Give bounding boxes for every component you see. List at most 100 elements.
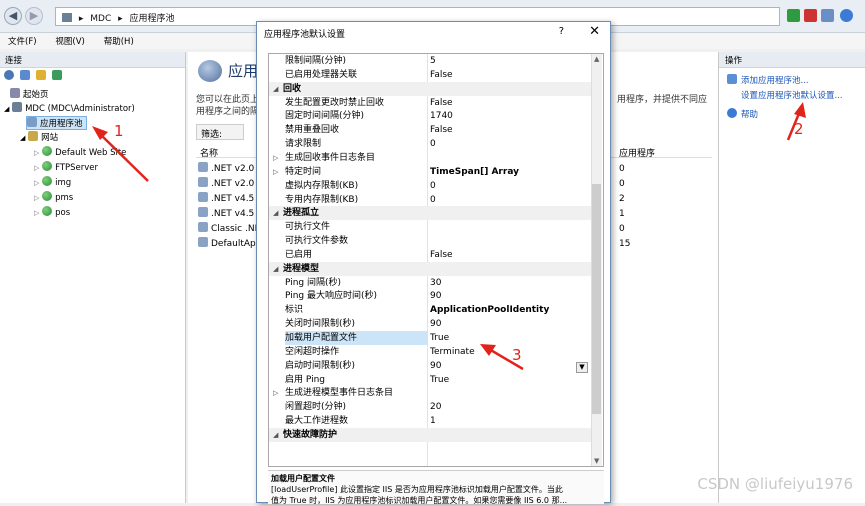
property-value[interactable]: 30 — [430, 276, 590, 290]
tree-item-site[interactable]: ▷ FTPServer — [34, 161, 98, 175]
property-value[interactable]: 90 — [430, 359, 590, 373]
collapse-arrow-icon[interactable]: ◢ — [273, 428, 278, 442]
property-value[interactable]: 1 — [430, 414, 590, 428]
pool-row[interactable]: .NET v2.00 — [198, 177, 254, 192]
property-category[interactable]: ◢进程模型 — [269, 262, 602, 276]
app-pools-icon — [198, 60, 222, 82]
scroll-up-icon[interactable]: ▲ — [594, 55, 599, 63]
tree-item-server[interactable]: ◢ MDC (MDC\Administrator) — [4, 102, 135, 116]
property-row[interactable]: ▷生成进程模型事件日志条目 — [269, 386, 602, 400]
add-app-pool-link[interactable]: 添加应用程序池... — [741, 74, 809, 86]
tree-item-start-page[interactable]: 起始页 — [10, 88, 49, 102]
dropdown-arrow-icon[interactable]: ▼ — [576, 362, 588, 373]
pool-row[interactable]: Classic .NE0 — [198, 222, 260, 237]
property-row[interactable]: ▷特定时间TimeSpan[] Array — [269, 165, 602, 179]
pool-row[interactable]: .NET v4.52 — [198, 192, 254, 207]
collapse-arrow-icon[interactable]: ◢ — [273, 82, 278, 96]
collapse-arrow-icon[interactable]: ◢ — [273, 262, 278, 276]
property-row[interactable]: 启用 PingTrue — [269, 373, 602, 387]
property-value[interactable]: True — [430, 331, 590, 345]
expand-arrow-icon[interactable]: ▷ — [273, 151, 278, 165]
property-row[interactable]: 已启用处理器关联False — [269, 68, 602, 82]
pool-row[interactable]: .NET v2.00 — [198, 162, 254, 177]
property-row[interactable]: 已启用False — [269, 248, 602, 262]
property-value[interactable]: ApplicationPoolIdentity — [430, 303, 590, 317]
property-value[interactable]: 5 — [430, 54, 590, 68]
property-row[interactable]: 标识ApplicationPoolIdentity — [269, 303, 602, 317]
tree-item-sites[interactable]: ◢ 网站 — [20, 131, 58, 145]
property-row[interactable]: 闲置超时(分钟)20 — [269, 400, 602, 414]
tree-item-site[interactable]: ▷ pos — [34, 206, 70, 220]
property-row-selected[interactable]: 加载用户配置文件True — [269, 331, 602, 345]
property-name: 可执行文件 — [285, 220, 428, 234]
folder-icon[interactable] — [36, 70, 46, 80]
breadcrumb-server[interactable]: MDC — [90, 14, 111, 24]
property-row[interactable]: ▷生成回收事件日志条目 — [269, 151, 602, 165]
help-icon[interactable] — [840, 9, 853, 22]
back-icon[interactable]: ◀ — [4, 7, 22, 25]
property-value[interactable]: 90 — [430, 317, 590, 331]
scroll-down-icon[interactable]: ▼ — [594, 457, 599, 465]
tree-item-app-pools[interactable]: 应用程序池 — [26, 116, 87, 130]
property-value[interactable]: False — [430, 68, 590, 82]
pool-row[interactable]: DefaultApp15 — [198, 237, 261, 252]
property-row[interactable]: 限制间隔(分钟)5 — [269, 54, 602, 68]
connect-icon[interactable] — [4, 70, 14, 80]
property-value[interactable]: 0 — [430, 179, 590, 193]
disconnect-icon[interactable] — [52, 70, 62, 80]
property-row[interactable]: 发生配置更改时禁止回收False — [269, 96, 602, 110]
property-value[interactable]: 20 — [430, 400, 590, 414]
home-icon[interactable] — [821, 9, 834, 22]
property-row[interactable]: Ping 最大响应时间(秒)90 — [269, 289, 602, 303]
menu-view[interactable]: 视图(V) — [47, 33, 92, 49]
property-row[interactable]: 固定时间间隔(分钟)1740 — [269, 109, 602, 123]
property-value[interactable]: False — [430, 96, 590, 110]
property-row[interactable]: Ping 间隔(秒)30 — [269, 276, 602, 290]
property-value[interactable]: False — [430, 248, 590, 262]
property-row[interactable]: 请求限制0 — [269, 137, 602, 151]
breadcrumb-app-pools[interactable]: 应用程序池 — [130, 14, 175, 24]
property-row[interactable]: 可执行文件 — [269, 220, 602, 234]
tree-item-site[interactable]: ▷ pms — [34, 191, 73, 205]
property-value[interactable]: False — [430, 123, 590, 137]
expand-arrow-icon[interactable]: ▷ — [273, 386, 278, 400]
property-row[interactable]: 关闭时间限制(秒)90 — [269, 317, 602, 331]
property-value[interactable]: Terminate — [430, 345, 590, 359]
property-value[interactable]: True — [430, 373, 590, 387]
forward-icon[interactable]: ▶ — [25, 7, 43, 25]
property-row[interactable]: 专用内存限制(KB)0 — [269, 193, 602, 207]
property-value[interactable]: 90 — [430, 289, 590, 303]
scrollbar-thumb[interactable] — [592, 184, 601, 414]
property-category[interactable]: ◢回收 — [269, 82, 602, 96]
column-apps[interactable]: 应用程序 — [619, 146, 655, 159]
expand-arrow-icon[interactable]: ▷ — [273, 165, 278, 179]
property-row[interactable]: 虚拟内存限制(KB)0 — [269, 179, 602, 193]
tree-item-site[interactable]: ▷ img — [34, 176, 71, 190]
refresh-icon[interactable] — [787, 9, 800, 22]
property-value[interactable]: TimeSpan[] Array — [430, 165, 590, 179]
help-link[interactable]: 帮助 — [741, 108, 758, 120]
dialog-help-button[interactable]: ? — [559, 26, 564, 37]
filter-label[interactable]: 筛选: — [196, 124, 244, 140]
property-row[interactable]: 最大工作进程数1 — [269, 414, 602, 428]
property-value[interactable]: 0 — [430, 137, 590, 151]
menu-file[interactable]: 文件(F) — [0, 33, 45, 49]
property-value[interactable]: 1740 — [430, 109, 590, 123]
tree-item-site[interactable]: ▷ Default Web Site — [34, 146, 126, 160]
property-row[interactable]: 可执行文件参数 — [269, 234, 602, 248]
property-value[interactable]: 0 — [430, 193, 590, 207]
property-row[interactable]: 启动时间限制(秒)90 — [269, 359, 602, 373]
property-category[interactable]: ◢进程孤立 — [269, 206, 602, 220]
property-category[interactable]: ◢快速故障防护 — [269, 428, 602, 442]
dialog-close-button[interactable]: ✕ — [589, 24, 600, 39]
column-name[interactable]: 名称 — [200, 146, 218, 159]
collapse-arrow-icon[interactable]: ◢ — [273, 206, 278, 220]
save-icon[interactable] — [20, 70, 30, 80]
description-text: 您可以在此页上 — [196, 95, 259, 105]
pool-row[interactable]: .NET v4.51 — [198, 207, 254, 222]
menu-help[interactable]: 帮助(H) — [96, 33, 142, 49]
set-pool-defaults-link[interactable]: 设置应用程序池默认设置... — [741, 89, 843, 101]
property-row[interactable]: 禁用重叠回收False — [269, 123, 602, 137]
stop-icon[interactable] — [804, 9, 817, 22]
property-row[interactable]: 空闲超时操作Terminate — [269, 345, 602, 359]
